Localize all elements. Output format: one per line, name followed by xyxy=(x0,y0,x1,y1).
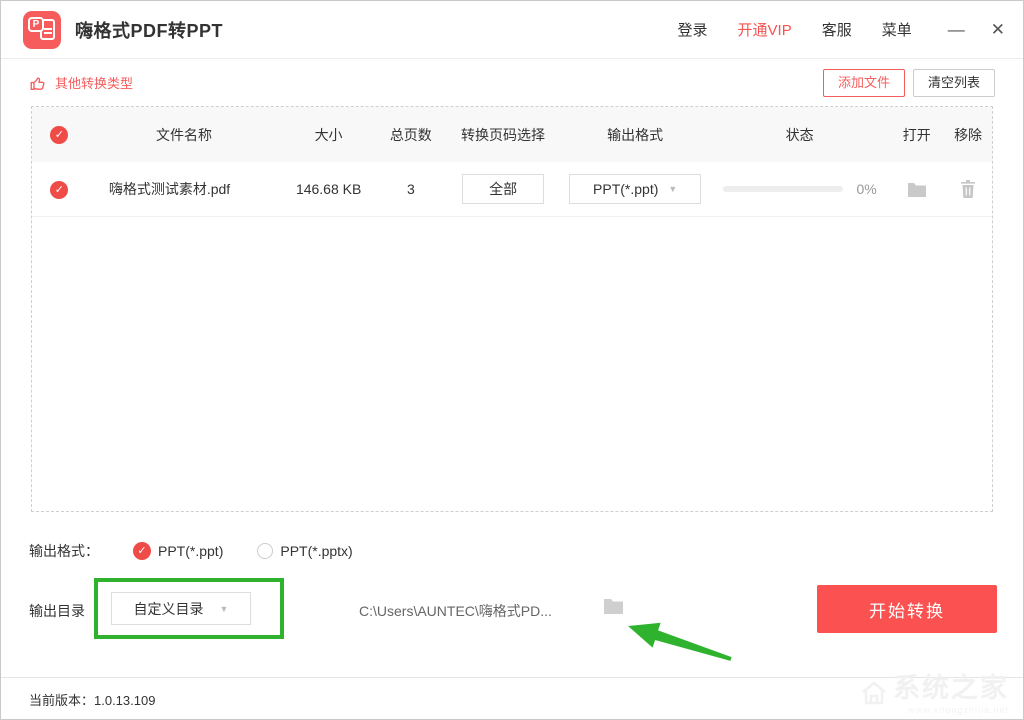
toolbar: 其他转换类型 添加文件 清空列表 xyxy=(1,59,1023,106)
radio-ppt-label: PPT(*.ppt) xyxy=(158,543,223,559)
chevron-down-icon: ▼ xyxy=(220,604,229,614)
other-types-label: 其他转换类型 xyxy=(55,73,133,92)
file-list-panel: ✓ 文件名称 大小 总页数 转换页码选择 输出格式 状态 打开 移除 ✓ 嗨格式… xyxy=(31,106,993,512)
app-window: P 嗨格式PDF转PPT 登录 开通VIP 客服 菜单 — ✕ 其他转换类型 添… xyxy=(0,0,1024,720)
file-name: 嗨格式测试素材.pdf xyxy=(87,179,281,199)
select-all-check-icon[interactable]: ✓ xyxy=(50,126,68,144)
watermark: 系统之家 www.xitongzhijia.net xyxy=(859,675,1009,715)
output-format-row: 输出格式： ✓ PPT(*.ppt) PPT(*.pptx) xyxy=(29,541,353,561)
browse-folder-icon[interactable] xyxy=(603,597,624,615)
header-page-range: 转换页码选择 xyxy=(446,125,561,145)
open-folder-icon[interactable] xyxy=(907,181,927,198)
header-status: 状态 xyxy=(710,125,889,145)
trash-icon[interactable] xyxy=(960,180,976,198)
other-conversion-types-link[interactable]: 其他转换类型 xyxy=(29,73,133,92)
titlebar: P 嗨格式PDF转PPT 登录 开通VIP 客服 菜单 — ✕ xyxy=(1,1,1023,59)
row-format-dropdown[interactable]: PPT(*.ppt) ▼ xyxy=(569,174,701,204)
add-file-button[interactable]: 添加文件 xyxy=(823,69,905,97)
watermark-house-icon xyxy=(859,680,889,706)
toolbar-buttons: 添加文件 清空列表 xyxy=(823,69,995,97)
progress-bar xyxy=(723,186,843,192)
row-check-icon[interactable]: ✓ xyxy=(50,181,68,199)
header-select-all[interactable]: ✓ xyxy=(32,125,87,144)
table-row: ✓ 嗨格式测试素材.pdf 146.68 KB 3 全部 PPT(*.ppt) … xyxy=(32,162,992,217)
radio-pptx-label: PPT(*.pptx) xyxy=(280,543,352,559)
header-total-pages: 总页数 xyxy=(376,125,446,145)
header-file-name: 文件名称 xyxy=(87,125,281,145)
file-size: 146.68 KB xyxy=(281,181,376,197)
version-text: 当前版本：1.0.13.109 xyxy=(29,690,155,709)
start-convert-button[interactable]: 开始转换 xyxy=(817,585,997,633)
row-select-cell[interactable]: ✓ xyxy=(32,180,87,199)
output-format-label: 输出格式： xyxy=(29,541,99,561)
file-pages: 3 xyxy=(376,181,446,197)
chevron-down-icon: ▼ xyxy=(668,184,677,194)
progress-percent: 0% xyxy=(857,181,877,197)
vip-link[interactable]: 开通VIP xyxy=(738,19,792,40)
output-dir-path: C:\Users\AUNTEC\嗨格式PD... xyxy=(359,601,552,621)
radio-selected-icon: ✓ xyxy=(133,542,151,560)
app-title: 嗨格式PDF转PPT xyxy=(75,17,223,43)
page-range-button[interactable]: 全部 xyxy=(462,174,544,204)
close-button[interactable]: ✕ xyxy=(991,21,1005,38)
header-remove: 移除 xyxy=(944,125,992,145)
menu-link[interactable]: 菜单 xyxy=(882,19,912,40)
output-dir-mode: 自定义目录 xyxy=(134,599,204,619)
radio-ppt[interactable]: ✓ PPT(*.ppt) xyxy=(133,542,223,560)
header-size: 大小 xyxy=(281,125,376,145)
clear-list-button[interactable]: 清空列表 xyxy=(913,69,995,97)
output-dir-label: 输出目录 xyxy=(29,601,85,621)
thumb-up-icon xyxy=(29,74,47,92)
table-header-row: ✓ 文件名称 大小 总页数 转换页码选择 输出格式 状态 打开 移除 xyxy=(32,107,992,162)
support-link[interactable]: 客服 xyxy=(822,19,852,40)
window-controls: — ✕ xyxy=(948,21,1005,38)
app-logo-icon: P xyxy=(23,11,61,49)
row-format-value: PPT(*.ppt) xyxy=(593,181,658,197)
watermark-url: www.xitongzhijia.net xyxy=(859,706,1009,715)
header-open: 打开 xyxy=(889,125,944,145)
minimize-button[interactable]: — xyxy=(948,21,965,38)
titlebar-menu: 登录 开通VIP 客服 菜单 xyxy=(678,19,912,40)
output-dir-dropdown[interactable]: 自定义目录 ▼ xyxy=(111,592,251,625)
watermark-text: 系统之家 xyxy=(893,673,1009,703)
login-link[interactable]: 登录 xyxy=(678,19,708,40)
header-output-format: 输出格式 xyxy=(560,125,710,145)
footer: 当前版本：1.0.13.109 系统之家 www.xitongzhijia.ne… xyxy=(1,677,1023,719)
radio-pptx[interactable]: PPT(*.pptx) xyxy=(257,543,352,559)
radio-unselected-icon xyxy=(257,543,273,559)
logo-p-badge: P xyxy=(28,17,44,32)
status-cell: 0% xyxy=(710,181,889,197)
